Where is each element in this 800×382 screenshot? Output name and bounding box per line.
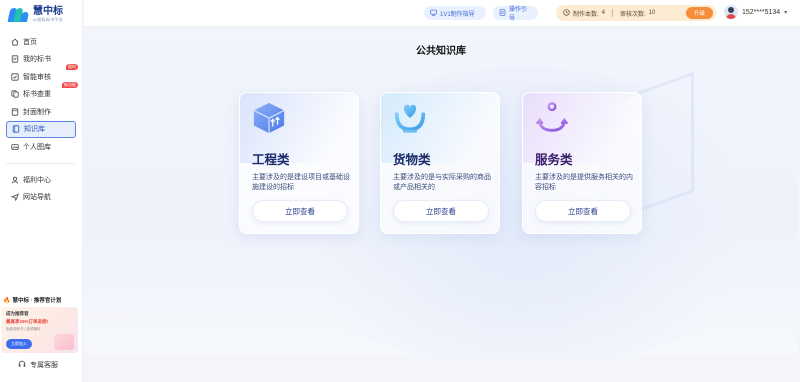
user-phone: 152****5134 xyxy=(742,8,781,16)
page-title: 公共知识库 xyxy=(416,46,466,57)
book-icon xyxy=(12,125,20,133)
chevron-down-icon: ▾ xyxy=(784,9,788,16)
sidebar-item-label: 首页 xyxy=(23,38,37,46)
flame-icon: 🔥 xyxy=(3,297,11,304)
promo-highlight: 最高享25%订单返佣! xyxy=(6,319,49,324)
sidebar-item-label: 网站导航 xyxy=(23,194,51,201)
logo-mark-icon xyxy=(7,6,30,22)
quota-panel: 制作本数: 4 审核次数: 10 升级 xyxy=(556,5,716,21)
audit-quota-label: 审核次数: xyxy=(620,11,646,18)
limited-badge: 限时 xyxy=(66,64,78,70)
sidebar-item-duplicate-check[interactable]: 标书查重 新功能 xyxy=(6,81,78,103)
document-icon xyxy=(11,55,19,63)
sidebar-item-welfare[interactable]: 福利中心 xyxy=(6,171,76,188)
clock-icon xyxy=(563,8,570,18)
card-title: 服务类 xyxy=(535,153,573,167)
card-services[interactable]: 服务类 主要涉及的是提供服务相关的内容招标 立即查看 xyxy=(522,92,642,234)
sidebar-item-label: 标书查重 xyxy=(23,91,51,98)
user-icon xyxy=(11,176,19,184)
quota-divider xyxy=(612,9,614,17)
view-services-button[interactable]: 立即查看 xyxy=(535,200,631,222)
card-description: 主要涉及的是建设项目或基础设施建设的招标 xyxy=(252,174,350,191)
logo-subtitle: AI投标标书平台 xyxy=(33,16,64,22)
home-icon xyxy=(11,38,19,46)
engineering-box-icon xyxy=(250,101,288,135)
goods-heart-hand-icon xyxy=(391,101,429,135)
sidebar-item-gallery[interactable]: 个人图库 xyxy=(6,138,76,155)
avatar xyxy=(724,5,738,19)
sidebar-item-label: 知识库 xyxy=(24,126,45,133)
sidebar: 慧中标 AI投标标书平台 首页 我的标书 智能审核 限时 标书查重 新功能 封面… xyxy=(0,0,83,382)
top-bar: 1V1制作指导 操作引导 制作本数: 4 审核次数: 10 升级 152****… xyxy=(84,0,800,27)
upgrade-button[interactable]: 升级 xyxy=(686,7,713,19)
user-menu[interactable]: 152****5134 ▾ xyxy=(724,5,787,19)
operation-guide-button[interactable]: 操作引导 xyxy=(493,6,538,22)
service-label: 专属客服 xyxy=(30,362,58,369)
make-quota-label: 制作本数: xyxy=(573,11,599,18)
sidebar-item-knowledge-base[interactable]: 知识库 xyxy=(6,120,76,138)
sidebar-item-cover[interactable]: 封面制作 xyxy=(6,103,76,120)
sidebar-divider xyxy=(6,163,75,164)
main-content: 公共知识库 工程类 主要涉及的是建设项目或基础设施建设的招标 立即查看 货物类 … xyxy=(84,28,798,354)
cover-icon xyxy=(11,107,19,116)
sidebar-item-label: 福利中心 xyxy=(23,176,51,184)
headset-icon xyxy=(18,360,26,370)
app-logo[interactable]: 慧中标 AI投标标书平台 xyxy=(7,5,64,22)
card-engineering[interactable]: 工程类 主要涉及的是建设项目或基础设施建设的招标 立即查看 xyxy=(239,92,359,234)
view-engineering-button[interactable]: 立即查看 xyxy=(252,200,348,222)
audit-icon xyxy=(11,72,19,81)
send-icon xyxy=(11,193,19,201)
sidebar-item-label: 智能审核 xyxy=(23,73,51,81)
logo-title: 慧中标 xyxy=(33,5,63,17)
make-quota-value: 4 xyxy=(601,10,606,16)
view-goods-button[interactable]: 立即查看 xyxy=(393,200,489,222)
card-description: 主要涉及的是与实际采购的商品或产品相关的 xyxy=(393,174,491,191)
sidebar-secondary-nav: 福利中心 网站导航 xyxy=(6,171,76,206)
card-title: 货物类 xyxy=(393,153,431,167)
sidebar-nav: 首页 我的标书 智能审核 限时 标书查重 新功能 封面制作 知识库 个人图库 xyxy=(6,33,78,156)
promo-header: 🔥 慧中标 · 推荐官计划 xyxy=(3,297,62,305)
promo-card[interactable]: 成为推荐官 最高享25%订单返佣! 免费领标书 | 金领福利 立即加入 xyxy=(1,307,78,353)
guide-button[interactable]: 1V1制作指导 xyxy=(424,6,486,20)
sidebar-item-label: 封面制作 xyxy=(23,108,51,116)
image-icon xyxy=(11,143,19,151)
audit-quota-value: 10 xyxy=(648,10,656,16)
duplicate-check-icon xyxy=(11,90,19,98)
sidebar-item-site-nav[interactable]: 网站导航 xyxy=(6,189,76,206)
card-goods[interactable]: 货物类 主要涉及的是与实际采购的商品或产品相关的 立即查看 xyxy=(380,92,500,234)
gift-icon xyxy=(54,334,74,350)
manual-icon xyxy=(499,8,506,18)
customer-service-button[interactable]: 专属客服 xyxy=(18,360,58,370)
card-title: 工程类 xyxy=(252,153,290,167)
promo-title: 成为推荐官 xyxy=(6,311,29,316)
promo-subtext: 免费领标书 | 金领福利 xyxy=(6,327,41,331)
guide-icon xyxy=(430,9,437,18)
sidebar-item-label: 我的标书 xyxy=(23,56,51,63)
sidebar-item-label: 个人图库 xyxy=(23,143,51,151)
promo-join-button[interactable]: 立即加入 xyxy=(6,339,32,349)
service-anchor-icon xyxy=(533,101,571,135)
new-feature-badge: 新功能 xyxy=(62,81,78,88)
card-description: 主要涉及的是提供服务相关的内容招标 xyxy=(535,174,633,191)
referral-promo[interactable]: 🔥 慧中标 · 推荐官计划 成为推荐官 最高享25%订单返佣! 免费领标书 | … xyxy=(1,296,78,353)
sidebar-item-home[interactable]: 首页 xyxy=(6,33,76,50)
